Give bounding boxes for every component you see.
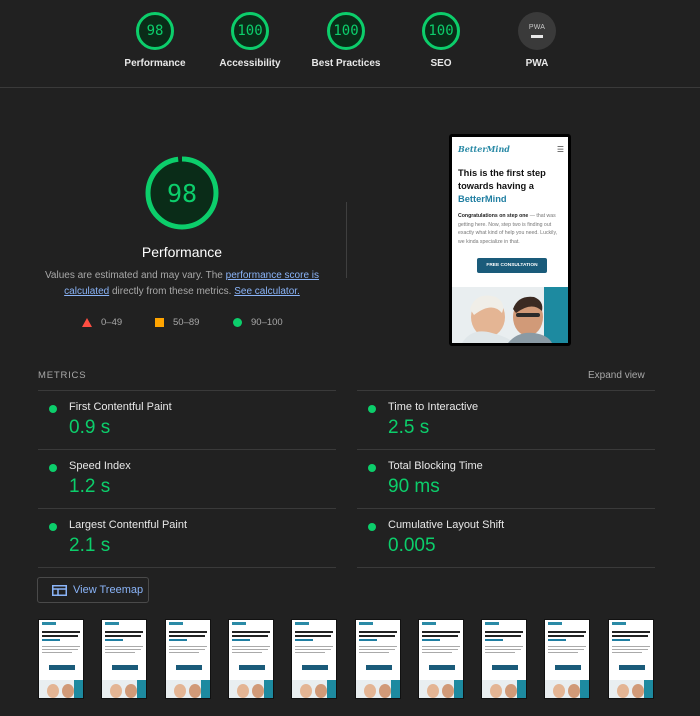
preview-headline: This is the first step towards having a … [458, 167, 566, 206]
see-calculator-link[interactable]: See calculator. [234, 286, 300, 297]
pwa-dash-icon [531, 35, 543, 38]
pass-circle-icon [368, 523, 376, 531]
category-best-practices[interactable]: 100 Best Practices [296, 12, 396, 69]
divider [38, 567, 336, 568]
divider [346, 202, 347, 278]
metric-time-to-interactive: Time to Interactive 2.5 s [357, 396, 647, 454]
treemap-icon [52, 584, 67, 596]
category-label: SEO [430, 58, 452, 69]
score-gauge: 100 [422, 12, 460, 50]
divider [357, 567, 655, 568]
metric-total-blocking-time: Total Blocking Time 90 ms [357, 455, 647, 513]
divider [38, 449, 336, 450]
pass-circle-icon [368, 405, 376, 413]
metric-name: Cumulative Layout Shift [388, 519, 505, 531]
view-treemap-label: View Treemap [73, 584, 144, 596]
filmstrip-frame [418, 619, 464, 699]
bettermind-logo: BetterMind [458, 144, 510, 154]
legend-range: 50–89 [173, 317, 200, 328]
performance-description: Values are estimated and may vary. The p… [40, 268, 324, 300]
score-value: 100 [237, 23, 263, 39]
metric-name: Total Blocking Time [388, 460, 483, 472]
pwa-badge-text: PWA [528, 24, 546, 31]
metric-speed-index: Speed Index 1.2 s [38, 455, 328, 513]
filmstrip-frame [228, 619, 274, 699]
metric-name: First Contentful Paint [69, 401, 172, 413]
metric-cumulative-layout-shift: Cumulative Layout Shift 0.005 [357, 514, 647, 572]
filmstrip [38, 619, 658, 699]
category-scores-bar: 98 Performance 100 Accessibility 100 Bes… [0, 0, 700, 88]
metric-value: 0.9 s [69, 417, 111, 438]
divider [357, 390, 655, 391]
filmstrip-frame [165, 619, 211, 699]
category-pwa[interactable]: PWA PWA [487, 12, 587, 69]
category-label: Best Practices [311, 58, 381, 69]
legend-range: 90–100 [251, 317, 283, 328]
pass-circle-icon [49, 523, 57, 531]
legend-range: 0–49 [101, 317, 123, 328]
score-gauge: 100 [327, 12, 365, 50]
metric-value: 1.2 s [69, 476, 111, 497]
desc-text: directly from these metrics. [109, 286, 235, 297]
score-gauge: 98 [136, 12, 174, 50]
metric-value: 0.005 [388, 535, 436, 556]
final-screenshot[interactable]: BetterMind ☰ This is the first step towa… [449, 134, 571, 346]
average-square-icon [155, 318, 164, 327]
performance-title: Performance [141, 244, 223, 260]
hamburger-menu-icon: ☰ [556, 144, 564, 154]
filmstrip-frame [355, 619, 401, 699]
category-seo[interactable]: 100 SEO [391, 12, 491, 69]
filmstrip-frame [544, 619, 590, 699]
view-treemap-button[interactable]: View Treemap [37, 577, 149, 603]
divider [357, 508, 655, 509]
category-performance[interactable]: 98 Performance [105, 12, 205, 69]
headline-text: This is the first step towards having a [458, 168, 546, 191]
body-bold: Congratulations on step one [458, 213, 529, 219]
metric-name: Speed Index [69, 460, 131, 472]
metric-name: Time to Interactive [388, 401, 479, 413]
metric-value: 2.1 s [69, 535, 111, 556]
metric-name: Largest Contentful Paint [69, 519, 188, 531]
preview-nav: BetterMind ☰ [458, 143, 564, 155]
divider [38, 508, 336, 509]
pass-circle-icon [368, 464, 376, 472]
filmstrip-frame [481, 619, 527, 699]
hero-photo-image [452, 287, 568, 343]
preview-body: Congratulations on step one — that was g… [458, 212, 564, 246]
category-label: Performance [124, 58, 186, 69]
score-value: 100 [428, 23, 454, 39]
filmstrip-frame [38, 619, 84, 699]
metric-value: 2.5 s [388, 417, 430, 438]
fail-triangle-icon [82, 318, 92, 327]
metric-value: 90 ms [388, 476, 440, 497]
legend-pass: 90–100 [233, 317, 283, 328]
expand-view-toggle[interactable]: Expand view [588, 370, 645, 381]
divider [38, 390, 336, 391]
filmstrip-frame [291, 619, 337, 699]
score-value: 100 [333, 23, 359, 39]
metrics-heading: METRICS [38, 370, 87, 381]
desc-text: Values are estimated and may vary. The [44, 270, 226, 281]
pwa-badge-icon: PWA [518, 12, 556, 50]
pass-circle-icon [49, 405, 57, 413]
legend-average: 50–89 [155, 317, 199, 328]
filmstrip-frame [608, 619, 654, 699]
score-value: 98 [146, 23, 164, 39]
metric-first-contentful-paint: First Contentful Paint 0.9 s [38, 396, 328, 454]
legend-fail: 0–49 [82, 317, 122, 328]
headline-brand: BetterMind [458, 194, 507, 204]
free-consultation-button: FREE CONSULTATION [477, 258, 547, 273]
pass-circle-icon [233, 318, 242, 327]
filmstrip-frame [101, 619, 147, 699]
performance-score: 98 [166, 178, 198, 208]
phone-screen: BetterMind ☰ This is the first step towa… [452, 137, 568, 343]
category-label: PWA [525, 58, 549, 69]
category-label: Accessibility [219, 58, 281, 69]
category-accessibility[interactable]: 100 Accessibility [200, 12, 300, 69]
score-gauge: 100 [231, 12, 269, 50]
pass-circle-icon [49, 464, 57, 472]
divider [357, 449, 655, 450]
metric-largest-contentful-paint: Largest Contentful Paint 2.1 s [38, 514, 328, 572]
